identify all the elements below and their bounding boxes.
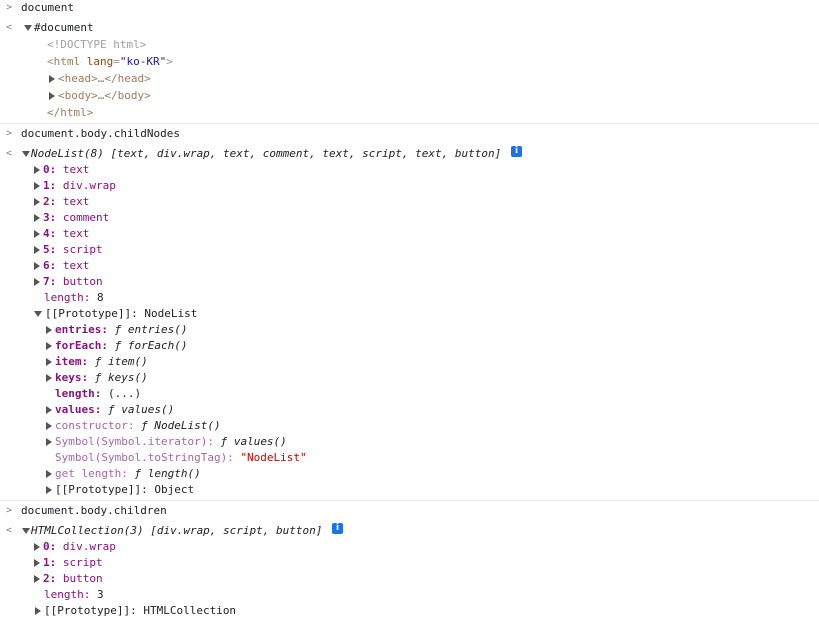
caret-right-icon xyxy=(46,358,52,366)
length-property: length: 8 xyxy=(44,291,104,304)
caret-right-icon xyxy=(34,543,40,551)
prototype-member[interactable]: get length: ƒ length() xyxy=(46,466,201,482)
prototype-row[interactable]: [[Prototype]]: HTMLCollection xyxy=(35,603,236,619)
nodelist-item[interactable]: 3: comment xyxy=(34,210,109,226)
prompt-icon: > xyxy=(6,505,13,516)
nodelist-item[interactable]: 1: div.wrap xyxy=(34,178,116,194)
caret-right-icon xyxy=(34,575,40,583)
head-node[interactable]: <head>…</head> xyxy=(49,71,151,87)
prototype-member[interactable]: keys: ƒ keys() xyxy=(46,370,148,386)
caret-right-icon xyxy=(34,278,40,286)
html-open-tag[interactable]: <html lang="ko-KR"> xyxy=(47,54,173,70)
result-icon: < xyxy=(6,148,13,159)
caret-right-icon xyxy=(46,470,52,478)
caret-right-icon xyxy=(34,246,40,254)
caret-right-icon xyxy=(34,559,40,567)
caret-right-icon xyxy=(35,607,41,615)
htmlcollection-summary: HTMLCollection(3) [div.wrap, script, but… xyxy=(31,524,323,537)
nodelist-item[interactable]: 2: text xyxy=(34,194,89,210)
caret-right-icon xyxy=(34,182,40,190)
body-node[interactable]: <body>…</body> xyxy=(49,88,151,104)
prototype-member[interactable]: length: (...) xyxy=(46,386,141,402)
caret-right-icon xyxy=(34,166,40,174)
caret-down-icon xyxy=(22,151,30,157)
separator xyxy=(0,500,819,501)
caret-right-icon xyxy=(49,92,55,100)
caret-right-icon xyxy=(46,326,52,334)
caret-right-icon xyxy=(46,406,52,414)
prototype-member[interactable]: forEach: ƒ forEach() xyxy=(46,338,187,354)
html-close-tag: </html> xyxy=(47,106,94,119)
caret-right-icon xyxy=(34,214,40,222)
command-text: document xyxy=(21,1,74,14)
prototype-member[interactable]: [[Prototype]]: Object xyxy=(46,482,194,498)
prototype-member[interactable]: entries: ƒ entries() xyxy=(46,322,187,338)
caret-right-icon xyxy=(49,75,55,83)
prototype-row[interactable]: [[Prototype]]: NodeList xyxy=(34,306,197,322)
nodelist-item[interactable]: 7: button xyxy=(34,274,103,290)
htmlcollection-item[interactable]: 1: script xyxy=(34,555,103,571)
caret-right-icon xyxy=(46,486,52,494)
caret-right-icon xyxy=(46,374,52,382)
prompt-icon: > xyxy=(6,2,13,13)
prompt-icon: > xyxy=(6,128,13,139)
length-property: length: 3 xyxy=(44,588,104,601)
doctype-line: <!DOCTYPE html> xyxy=(47,38,147,51)
prototype-member[interactable]: values: ƒ values() xyxy=(46,402,174,418)
prototype-member[interactable]: item: ƒ item() xyxy=(46,354,148,370)
caret-down-icon xyxy=(24,25,32,31)
command-text: document.body.childNodes xyxy=(21,127,180,140)
caret-down-icon xyxy=(34,311,42,317)
document-node: #document xyxy=(34,21,94,34)
caret-right-icon xyxy=(34,230,40,238)
caret-right-icon xyxy=(46,342,52,350)
prototype-member[interactable]: constructor: ƒ NodeList() xyxy=(46,418,221,434)
htmlcollection-item[interactable]: 0: div.wrap xyxy=(34,539,116,555)
nodelist-summary: NodeList(8) [text, div.wrap, text, comme… xyxy=(31,147,502,160)
caret-right-icon xyxy=(34,198,40,206)
result-icon: < xyxy=(6,22,13,33)
caret-right-icon xyxy=(46,438,52,446)
nodelist-item[interactable]: 0: text xyxy=(34,162,89,178)
prototype-member[interactable]: Symbol(Symbol.toStringTag): "NodeList" xyxy=(46,450,307,466)
prototype-member[interactable]: Symbol(Symbol.iterator): ƒ values() xyxy=(46,434,287,450)
command-text: document.body.children xyxy=(21,504,167,517)
info-icon[interactable]: i xyxy=(511,146,522,157)
caret-right-icon xyxy=(34,262,40,270)
caret-down-icon xyxy=(22,528,30,534)
separator xyxy=(0,123,819,124)
htmlcollection-item[interactable]: 2: button xyxy=(34,571,103,587)
nodelist-item[interactable]: 6: text xyxy=(34,258,89,274)
nodelist-item[interactable]: 5: script xyxy=(34,242,103,258)
info-icon[interactable]: i xyxy=(332,523,343,534)
result-icon: < xyxy=(6,525,13,536)
caret-right-icon xyxy=(46,422,52,430)
nodelist-item[interactable]: 4: text xyxy=(34,226,89,242)
